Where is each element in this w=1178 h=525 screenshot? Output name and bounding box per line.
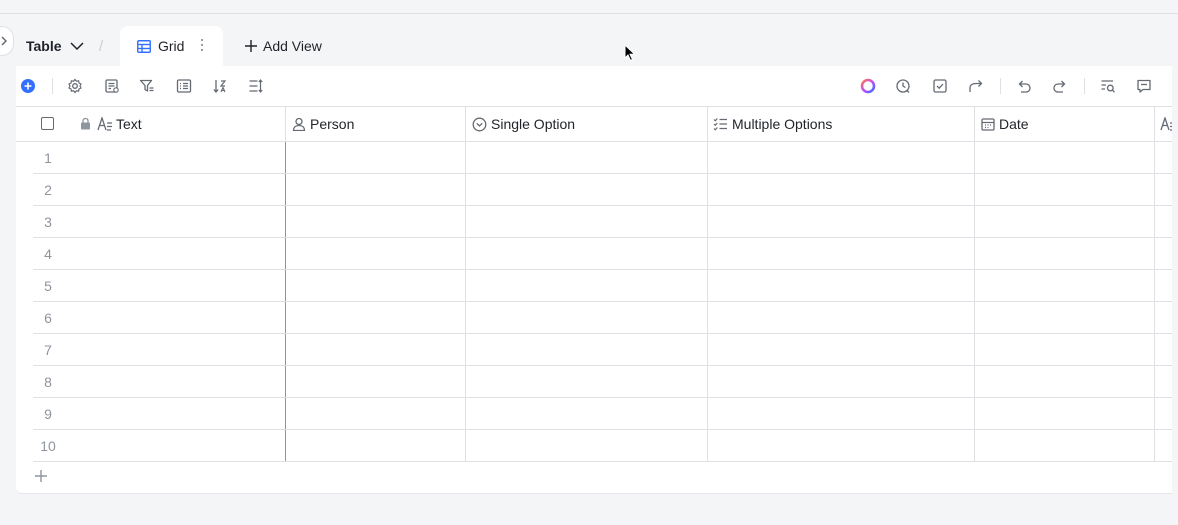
mouse-cursor-icon bbox=[624, 43, 636, 67]
table-row[interactable] bbox=[33, 270, 1178, 302]
column-label: Multiple Options bbox=[732, 116, 833, 132]
toolbar-divider bbox=[1084, 78, 1085, 94]
row-number: 1 bbox=[44, 150, 52, 166]
lock-icon bbox=[80, 117, 91, 133]
single-option-field-icon bbox=[472, 117, 487, 132]
more-options-icon[interactable] bbox=[200, 38, 204, 55]
column-header-single-option[interactable]: Single Option bbox=[466, 107, 708, 142]
add-row-button[interactable] bbox=[34, 469, 48, 488]
row-number: 10 bbox=[40, 438, 56, 454]
person-field-icon bbox=[292, 117, 306, 131]
row-number: 8 bbox=[44, 374, 52, 390]
toolbar-divider bbox=[1000, 78, 1001, 94]
column-header-text[interactable]: Text bbox=[16, 107, 286, 142]
text-field-icon bbox=[97, 117, 113, 131]
chevron-down-icon bbox=[70, 42, 84, 50]
undo-icon[interactable] bbox=[1015, 77, 1033, 95]
table-row[interactable] bbox=[33, 238, 1178, 270]
table-row[interactable] bbox=[33, 206, 1178, 238]
add-view-button[interactable]: Add View bbox=[244, 26, 322, 66]
filter-icon[interactable] bbox=[138, 77, 156, 95]
comment-icon[interactable] bbox=[1135, 77, 1153, 95]
grid-panel: Text Person Single Option Multiple Optio… bbox=[16, 66, 1178, 494]
column-header-person[interactable]: Person bbox=[286, 107, 466, 142]
group-icon[interactable] bbox=[175, 77, 193, 95]
breadcrumb-separator: / bbox=[99, 38, 104, 55]
row-number: 2 bbox=[44, 182, 52, 198]
row-number: 7 bbox=[44, 342, 52, 358]
select-all-checkbox[interactable] bbox=[41, 117, 54, 130]
table-row[interactable] bbox=[33, 334, 1178, 366]
date-field-icon bbox=[981, 117, 995, 131]
table-row[interactable] bbox=[33, 302, 1178, 334]
row-number: 4 bbox=[44, 246, 52, 262]
row-number: 3 bbox=[44, 214, 52, 230]
table-row[interactable] bbox=[33, 174, 1178, 206]
plus-icon bbox=[35, 470, 47, 482]
search-icon[interactable] bbox=[1099, 77, 1117, 95]
history-icon[interactable] bbox=[894, 77, 912, 95]
sort-icon[interactable] bbox=[211, 77, 229, 95]
view-tabs: Table / Grid Add View bbox=[0, 26, 1178, 66]
grid-view-icon bbox=[137, 39, 151, 53]
table-row[interactable] bbox=[33, 430, 1178, 462]
tab-grid-label: Grid bbox=[158, 38, 185, 54]
add-record-icon[interactable] bbox=[19, 77, 37, 95]
column-label: Person bbox=[310, 116, 355, 132]
task-icon[interactable] bbox=[931, 77, 949, 95]
row-height-icon[interactable] bbox=[247, 77, 265, 95]
toolbar-divider bbox=[52, 78, 53, 94]
data-grid: Text Person Single Option Multiple Optio… bbox=[16, 106, 1178, 494]
row-number: 6 bbox=[44, 310, 52, 326]
table-row[interactable] bbox=[33, 398, 1178, 430]
add-view-label: Add View bbox=[263, 38, 322, 54]
table-row[interactable] bbox=[33, 366, 1178, 398]
table-row[interactable] bbox=[33, 142, 1178, 174]
window-top-bar bbox=[0, 0, 1178, 14]
row-number: 9 bbox=[44, 406, 52, 422]
table-label: Table bbox=[26, 38, 62, 54]
column-header-date[interactable]: Date bbox=[975, 107, 1155, 142]
scroll-edge bbox=[1172, 66, 1178, 525]
column-header-multiple-options[interactable]: Multiple Options bbox=[708, 107, 975, 142]
redo-icon[interactable] bbox=[1051, 77, 1069, 95]
column-label: Date bbox=[999, 116, 1029, 132]
form-icon[interactable] bbox=[103, 77, 121, 95]
tab-grid-view[interactable]: Grid bbox=[120, 26, 223, 66]
settings-icon[interactable] bbox=[66, 77, 84, 95]
plus-icon bbox=[245, 40, 257, 52]
share-icon[interactable] bbox=[967, 77, 985, 95]
multiple-options-field-icon bbox=[713, 117, 728, 131]
column-label: Text bbox=[116, 116, 142, 132]
ai-assistant-icon[interactable] bbox=[859, 77, 877, 95]
table-menu[interactable]: Table bbox=[26, 26, 84, 66]
row-number: 5 bbox=[44, 278, 52, 294]
toolbar bbox=[16, 66, 1178, 106]
column-label: Single Option bbox=[491, 116, 576, 132]
